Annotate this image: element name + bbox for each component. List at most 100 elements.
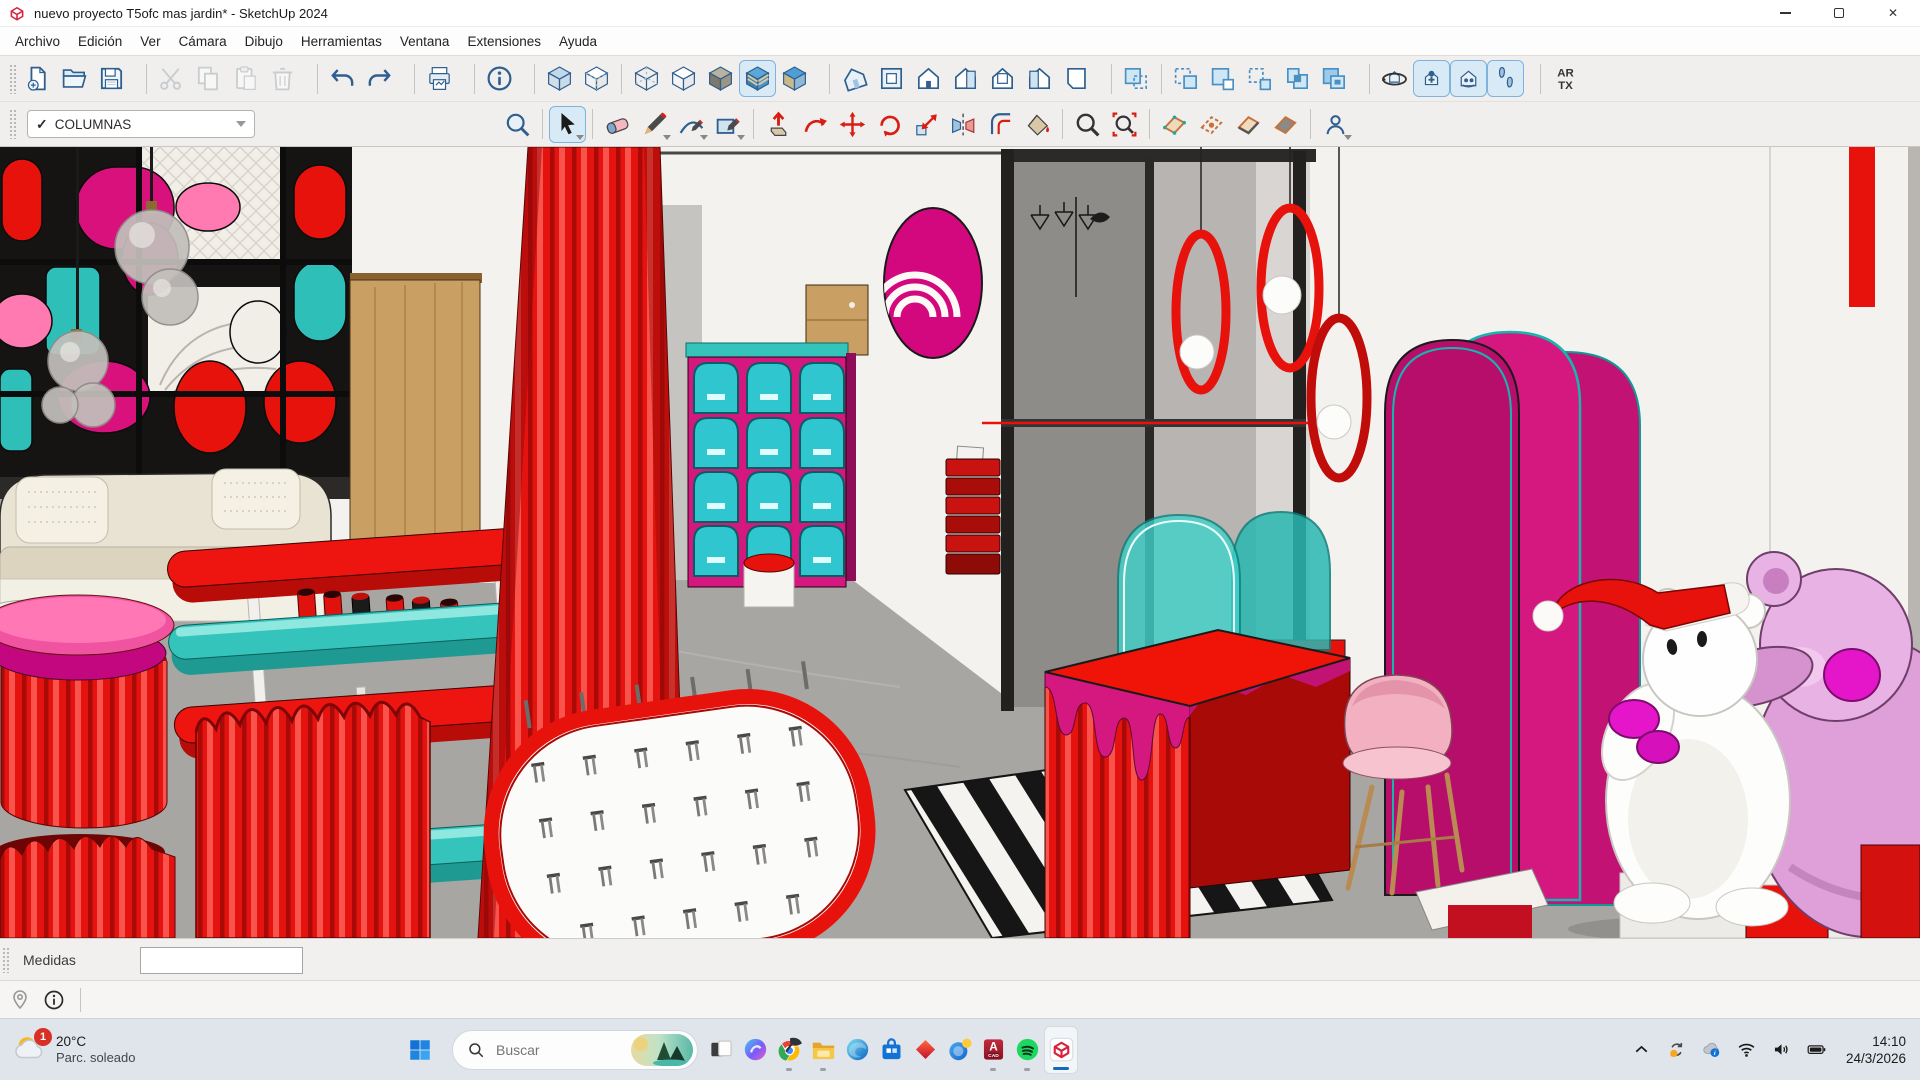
toolbar-grip[interactable] <box>9 109 16 139</box>
tray-sync-icon[interactable] <box>1664 1037 1690 1063</box>
taskbar-app-photos[interactable] <box>942 1026 976 1074</box>
menu-archivo[interactable]: Archivo <box>6 30 69 53</box>
make-group-button[interactable] <box>1168 60 1205 97</box>
style-monochrome-button[interactable] <box>776 60 813 97</box>
delete-button[interactable] <box>264 60 301 97</box>
taskbar-search[interactable] <box>452 1030 698 1070</box>
swap-group-button[interactable] <box>1316 60 1353 97</box>
zoom-extents-tool[interactable] <box>1106 106 1143 143</box>
style-shaded-button[interactable] <box>702 60 739 97</box>
paint-bucket-tool[interactable] <box>1019 106 1056 143</box>
taskbar-app-spotify[interactable] <box>1010 1026 1044 1074</box>
taskbar-app-sketchup[interactable] <box>1044 1026 1078 1074</box>
menu-ayuda[interactable]: Ayuda <box>550 30 606 53</box>
taskbar-app-file-explorer[interactable] <box>806 1026 840 1074</box>
look-around-button[interactable] <box>1450 60 1487 97</box>
rectangle-tool[interactable] <box>710 106 747 143</box>
taskbar-app-copilot[interactable] <box>738 1026 772 1074</box>
tray-wifi-icon[interactable] <box>1734 1037 1760 1063</box>
weather-widget[interactable]: 1 20°C Parc. soleado <box>0 1032 210 1068</box>
new-file-button[interactable] <box>19 60 56 97</box>
position-camera-button[interactable] <box>1413 60 1450 97</box>
menu-camara[interactable]: Cámara <box>170 30 236 53</box>
undo-button[interactable] <box>324 60 361 97</box>
start-button[interactable] <box>398 1028 442 1072</box>
cut-button[interactable] <box>153 60 190 97</box>
info-status-icon[interactable] <box>42 988 66 1012</box>
view-right-button[interactable] <box>947 60 984 97</box>
search-daily-image[interactable] <box>631 1034 693 1066</box>
menu-extensiones[interactable]: Extensiones <box>458 30 550 53</box>
line-tool[interactable] <box>636 106 673 143</box>
style-textured-button[interactable] <box>739 60 776 97</box>
push-pull-tool[interactable] <box>760 106 797 143</box>
taskbar-app-autocad[interactable]: ACAD <box>976 1026 1010 1074</box>
offset-tool[interactable] <box>982 106 1019 143</box>
taskbar-app-ms-store[interactable] <box>874 1026 908 1074</box>
taskbar-app-red-diamond-app[interactable] <box>908 1026 942 1074</box>
minimize-button[interactable] <box>1758 0 1812 26</box>
location-pin-icon[interactable] <box>8 988 32 1012</box>
taskbar-app-chrome[interactable] <box>772 1026 806 1074</box>
open-folder-button[interactable] <box>56 60 93 97</box>
section-display-tool[interactable] <box>1193 106 1230 143</box>
save-button[interactable] <box>93 60 130 97</box>
viewport-3d[interactable] <box>0 147 1920 938</box>
section-cuts-tool[interactable] <box>1230 106 1267 143</box>
edit-group-button[interactable] <box>1205 60 1242 97</box>
tray-battery-icon[interactable] <box>1804 1037 1830 1063</box>
taskbar-clock[interactable]: 14:10 24/3/2026 <box>1846 1033 1906 1067</box>
dropdown-arrow-icon[interactable] <box>1344 135 1352 140</box>
dropdown-arrow-icon[interactable] <box>663 135 671 140</box>
scale-tool[interactable] <box>908 106 945 143</box>
view-front-button[interactable] <box>910 60 947 97</box>
orbit-camera-button[interactable] <box>1376 60 1413 97</box>
menu-ver[interactable]: Ver <box>131 30 169 53</box>
explode-group-button[interactable] <box>1279 60 1316 97</box>
dropdown-arrow-icon[interactable] <box>737 135 745 140</box>
view-plan-button[interactable] <box>1058 60 1095 97</box>
view-back-button[interactable] <box>984 60 1021 97</box>
menu-dibujo[interactable]: Dibujo <box>236 30 292 53</box>
menu-herramientas[interactable]: Herramientas <box>292 30 391 53</box>
move-tool[interactable] <box>834 106 871 143</box>
person-tool[interactable] <box>1317 106 1354 143</box>
flip-tool[interactable] <box>945 106 982 143</box>
select-tool[interactable] <box>549 106 586 143</box>
dropdown-arrow-icon[interactable] <box>576 135 584 140</box>
redo-button[interactable] <box>361 60 398 97</box>
maximize-button[interactable] <box>1812 0 1866 26</box>
measurements-input[interactable] <box>140 947 303 974</box>
tray-cloud-status-icon[interactable]: i <box>1699 1037 1725 1063</box>
style-xray-button[interactable] <box>541 60 578 97</box>
lock-group-button[interactable] <box>1242 60 1279 97</box>
print-button[interactable] <box>421 60 458 97</box>
style-wireframe-button[interactable] <box>628 60 665 97</box>
menu-edicion[interactable]: Edición <box>69 30 131 53</box>
make-component-button[interactable] <box>1118 60 1155 97</box>
style-hidden-line-button[interactable] <box>665 60 702 97</box>
view-iso-button[interactable] <box>836 60 873 97</box>
search-input[interactable] <box>494 1041 624 1059</box>
tray-chevron-up-icon[interactable] <box>1629 1037 1655 1063</box>
style-back-edges-button[interactable] <box>578 60 615 97</box>
tag-filter-dropdown[interactable]: ✓ COLUMNAS <box>27 110 255 138</box>
paste-button[interactable] <box>227 60 264 97</box>
walk-button[interactable] <box>1487 60 1524 97</box>
ar-tx-button[interactable]: ARTX <box>1547 60 1584 97</box>
section-plane-tool[interactable] <box>1156 106 1193 143</box>
rotate-tool[interactable] <box>871 106 908 143</box>
close-button[interactable]: ✕ <box>1866 0 1920 26</box>
model-info-button[interactable] <box>481 60 518 97</box>
eraser-tool[interactable] <box>599 106 636 143</box>
dropdown-arrow-icon[interactable] <box>700 135 708 140</box>
section-fill-tool[interactable] <box>1267 106 1304 143</box>
follow-me-tool[interactable] <box>797 106 834 143</box>
tray-volume-icon[interactable] <box>1769 1037 1795 1063</box>
zoom-tool[interactable] <box>1069 106 1106 143</box>
search-tool-tool[interactable] <box>499 106 536 143</box>
copy-button[interactable] <box>190 60 227 97</box>
taskbar-app-task-view[interactable] <box>704 1026 738 1074</box>
taskbar-app-edge[interactable] <box>840 1026 874 1074</box>
view-top-button[interactable] <box>873 60 910 97</box>
